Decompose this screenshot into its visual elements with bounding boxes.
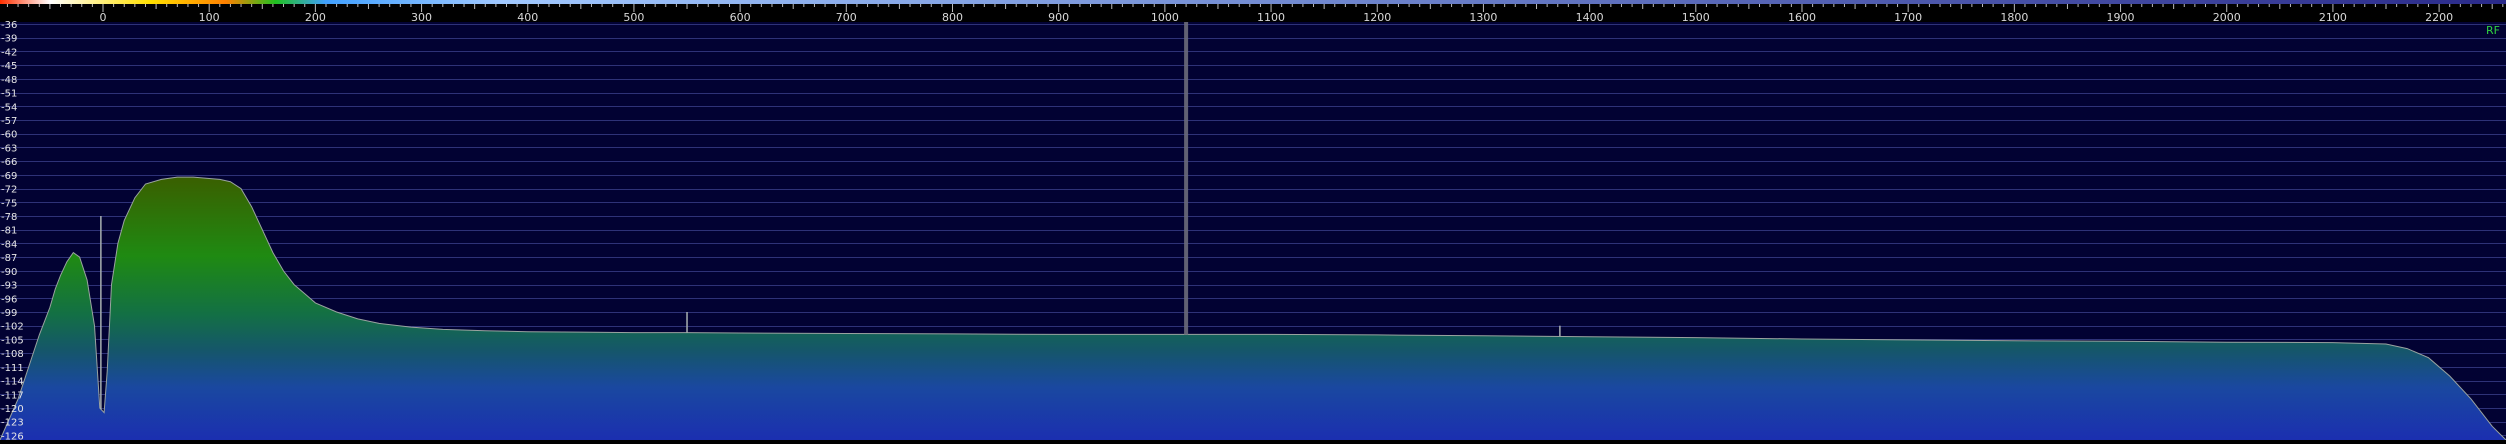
frequency-tick-label: 1800 <box>2000 11 2028 24</box>
level-tick-label: -60 <box>1 130 17 141</box>
frequency-tick-label: 1000 <box>1151 11 1179 24</box>
frequency-tick-label: 400 <box>517 11 538 24</box>
level-tick-label: -123 <box>1 418 24 429</box>
level-tick-label: -45 <box>1 61 17 72</box>
frequency-tick-label: 700 <box>836 11 857 24</box>
frequency-tick-label: 300 <box>411 11 432 24</box>
level-tick-label: -54 <box>1 102 17 113</box>
level-tick-label: -51 <box>1 89 17 100</box>
level-tick-label: -114 <box>1 377 24 388</box>
frequency-tick-label: 1700 <box>1894 11 1922 24</box>
frequency-tick-label: 1100 <box>1257 11 1285 24</box>
frequency-tick-label: 600 <box>730 11 751 24</box>
frequency-tick-label: 800 <box>942 11 963 24</box>
color-palette-strip <box>0 0 2506 4</box>
frequency-tick-label: 1200 <box>1363 11 1391 24</box>
level-tick-label: -75 <box>1 198 17 209</box>
level-tick-label: -87 <box>1 253 17 264</box>
frequency-tick-label: 1600 <box>1788 11 1816 24</box>
level-tick-label: -93 <box>1 281 17 292</box>
level-tick-label: -36 <box>1 20 17 31</box>
frequency-tick-label: 1900 <box>2107 11 2135 24</box>
level-tick-label: -84 <box>1 239 17 250</box>
frequency-tick-label: 900 <box>1048 11 1069 24</box>
frequency-tick-label: 2200 <box>2425 11 2453 24</box>
frequency-tick-label: 1400 <box>1576 11 1604 24</box>
level-tick-label: -81 <box>1 226 17 237</box>
level-tick-label: -108 <box>1 349 24 360</box>
frequency-tick-label: 2000 <box>2213 11 2241 24</box>
level-tick-label: -96 <box>1 294 17 305</box>
level-tick-label: -102 <box>1 322 24 333</box>
frequency-tick-label: 1500 <box>1682 11 1710 24</box>
level-tick-label: -117 <box>1 390 24 401</box>
tuning-marker[interactable] <box>1184 22 1189 335</box>
level-tick-label: -120 <box>1 404 24 415</box>
frequency-tick-label: 100 <box>199 11 220 24</box>
level-tick-label: -126 <box>1 431 24 440</box>
level-tick-label: -69 <box>1 171 17 182</box>
level-tick-label: -63 <box>1 143 17 154</box>
level-tick-label: -66 <box>1 157 17 168</box>
frequency-tick-label: 500 <box>623 11 644 24</box>
frequency-tick-label: 0 <box>100 11 107 24</box>
level-tick-label: -111 <box>1 363 24 374</box>
level-tick-label: -57 <box>1 116 17 127</box>
level-tick-label: -99 <box>1 308 17 319</box>
level-tick-label: -42 <box>1 47 17 58</box>
spectrum-chart[interactable]: 0 100 200 300 400 500 600 700 800 900 1000 1100 1200… <box>0 0 2506 442</box>
level-tick-label: -78 <box>1 212 17 223</box>
level-tick-label: -48 <box>1 75 17 86</box>
frequency-tick-label: 2100 <box>2319 11 2347 24</box>
level-tick-label: -39 <box>1 34 17 45</box>
channel-label: RF <box>2486 24 2500 37</box>
level-tick-label: -90 <box>1 267 17 278</box>
frequency-tick-label: 200 <box>305 11 326 24</box>
frequency-tick-label: 1300 <box>1469 11 1497 24</box>
level-tick-label: -72 <box>1 185 17 196</box>
spectrum-display[interactable]: 0 100 200 300 400 500 600 700 800 900 1000 1100 1200… <box>0 0 2506 442</box>
level-tick-label: -105 <box>1 335 24 346</box>
